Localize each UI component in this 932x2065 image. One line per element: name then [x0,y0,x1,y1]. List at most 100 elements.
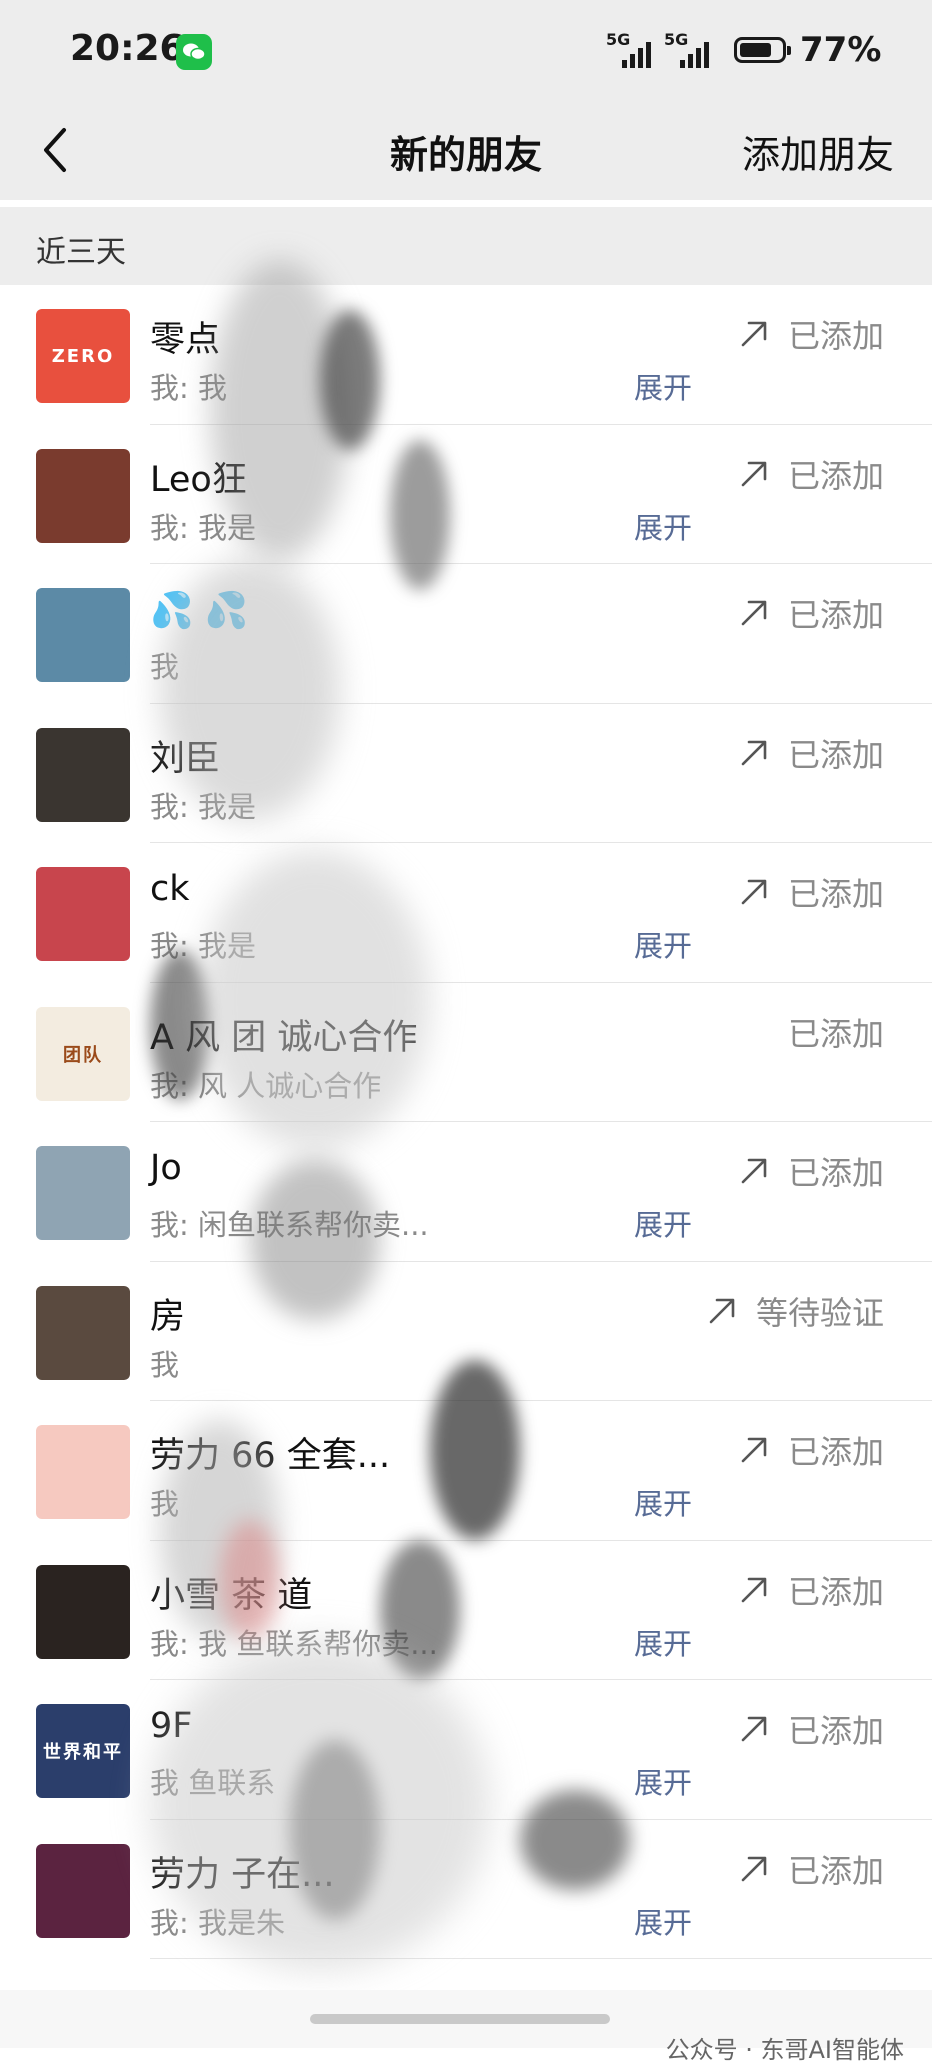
status-label: 已添加 [787,1014,884,1053]
back-arrow-icon[interactable] [30,120,80,180]
expand-link[interactable]: 展开 [634,365,692,407]
avatar-text: 世界和平 [43,1742,123,1763]
status-label: 已添加 [787,1851,884,1890]
contact-name: 劳力 66 全套... [150,1436,391,1476]
contact-name: A 风 团 诚心合作 [150,1017,418,1058]
expand-link[interactable]: 展开 [634,1481,692,1523]
status-label: 已添加 [787,1572,884,1611]
expand-link[interactable]: 展开 [634,1621,692,1663]
status-bar: 20:26 5G 5G 77% [0,0,932,100]
contact-name: 劳力 子在... [150,1854,335,1895]
avatar[interactable] [36,1564,130,1659]
battery-icon [734,37,791,63]
wechat-notification-icon [176,34,212,70]
battery-percentage: 77% [800,30,882,70]
expand-link[interactable]: 展开 [634,923,692,965]
friend-request-row[interactable]: 劳力 子在... 我: 我是朱 展开 已添加 [0,1819,932,1959]
expand-link[interactable]: 展开 [634,1900,692,1942]
avatar-text: ZERO [51,345,115,367]
contact-name: Leo狂 [150,459,247,500]
request-message: 我 [150,650,180,684]
friend-request-row[interactable]: Leo狂我: 我是 展开 已添加 [0,424,932,564]
request-status: 已添加 [738,1706,884,1752]
request-status: 已添加 [738,1567,884,1613]
request-message: 我 鱼联系 [150,1766,276,1800]
contact-name: Jo [150,1148,182,1188]
request-status: 已添加 [738,451,884,497]
contact-name: ck [150,869,190,909]
request-message: 我: 我 鱼联系帮你卖... [150,1626,438,1661]
row-divider [150,1958,932,1959]
status-label: 已添加 [787,735,884,774]
status-label: 已添加 [787,1433,884,1471]
expand-link[interactable]: 展开 [634,505,692,547]
avatar[interactable] [36,1285,130,1380]
arrow-up-right-icon [741,879,767,905]
arrow-up-right-icon [741,1856,767,1881]
friend-request-row[interactable]: 💦 💦 我 已添加 [0,564,932,704]
avatar[interactable] [36,1425,130,1519]
friend-request-row[interactable]: ck 我: 我是 展开 已添加 [0,843,932,983]
arrow-up-right-icon [741,740,767,765]
contact-name: 房 [150,1296,186,1337]
request-message: 我: 风 人诚心合作 [150,1068,382,1103]
request-message: 我: 闲鱼联系帮你卖... [150,1208,429,1242]
avatar-text: 团队 [63,1044,103,1066]
contact-name: 9F [150,1706,193,1746]
request-status: 已添加 [738,1427,884,1473]
request-status: 已添加 [788,1009,884,1055]
friend-request-row[interactable]: 房我 等待验证 [0,1261,932,1401]
section-header: 近三天 [0,207,932,285]
friend-request-list: ZERO 零点 我: 我展开 已添加 Leo狂 我: 我是 展开 已添加 💦 💦 我已添加 刘臣 我:… [0,285,932,1959]
friend-request-row[interactable]: 小雪 茶 道我: 我 鱼联系帮你卖... 展开 已添加 [0,1540,932,1680]
avatar[interactable] [36,867,130,961]
status-label: 已添加 [787,1712,884,1750]
signal-icon: 5G [664,30,716,70]
avatar[interactable] [36,727,130,822]
avatar[interactable]: ZERO [36,309,130,403]
status-label: 已添加 [787,1154,884,1192]
friend-request-row[interactable]: Jo 我: 闲鱼联系帮你卖... 展开 已添加 [0,1122,932,1262]
arrow-up-right-icon [741,1158,767,1184]
signal-icon: 5G [606,30,658,70]
arrow-up-right-icon [709,1298,735,1323]
arrow-up-right-icon [741,461,767,486]
avatar[interactable] [36,1843,130,1938]
request-status: 已添加 [738,311,884,357]
status-label: 已添加 [787,596,884,634]
status-label: 已添加 [787,875,884,913]
expand-link[interactable]: 展开 [634,1760,692,1802]
nav-bar: 新的朋友 添加朋友 [0,100,932,200]
avatar[interactable] [36,1146,130,1240]
friend-request-row[interactable]: 团队 A 风 团 诚心合作我: 风 人诚心合作 已添加 [0,982,932,1122]
friend-request-row[interactable]: 世界和平 9F 我 鱼联系 展开 已添加 [0,1680,932,1820]
home-indicator[interactable] [310,2014,610,2024]
arrow-up-right-icon [741,1577,767,1602]
arrow-up-right-icon [741,1437,767,1463]
request-message: 我: 我是 [150,510,256,545]
contact-name: 💦 💦 [150,591,249,631]
arrow-up-right-icon [741,321,767,347]
avatar[interactable]: 团队 [36,1006,130,1101]
friend-request-row[interactable]: 刘臣 我: 我是 已添加 [0,703,932,843]
request-status: 已添加 [738,590,884,636]
contact-name: 刘臣 [150,738,221,779]
request-status: 已添加 [738,730,884,776]
avatar[interactable] [36,588,130,682]
status-label: 已添加 [787,456,884,495]
friend-request-row[interactable]: 劳力 66 全套... 我 展开 已添加 [0,1401,932,1541]
request-status: 已添加 [738,1148,884,1194]
request-message: 我: 我是朱 [150,1905,285,1940]
status-label: 已添加 [787,317,884,355]
request-message: 我 [150,1487,180,1521]
avatar[interactable]: 世界和平 [36,1704,130,1798]
contact-name: 零点 [150,320,221,360]
friend-request-row[interactable]: ZERO 零点 我: 我 展开 已添加 [0,285,932,425]
expand-link[interactable]: 展开 [634,1202,692,1244]
avatar[interactable] [36,448,130,543]
status-label: 等待验证 [755,1293,884,1332]
add-friend-button[interactable]: 添加朋友 [742,124,894,179]
request-status: 已添加 [738,869,884,915]
section-label: 近三天 [36,235,126,270]
request-message: 我 [150,1347,180,1382]
